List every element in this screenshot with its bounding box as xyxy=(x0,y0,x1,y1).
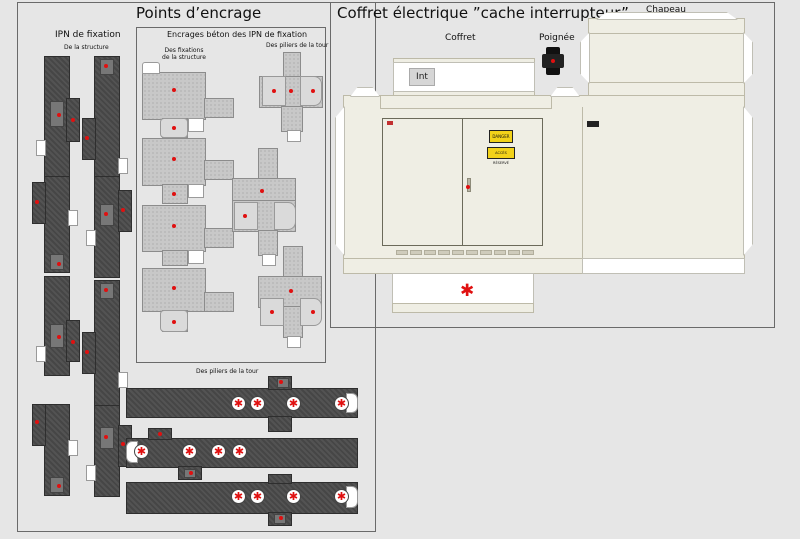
concrete-anchors-label: Encrages béton des IPN de fixation xyxy=(167,30,308,39)
ipn-label: IPN de fixation xyxy=(55,30,121,40)
concrete-sub-tower-label: Des piliers de la tour xyxy=(266,42,329,49)
anchoring-title: Points d’encrage xyxy=(136,4,262,22)
concrete-sub-structure-label: Des fixations de la structure xyxy=(162,47,206,61)
poignee-label: Poignée xyxy=(539,33,575,43)
ipn-sub-label: De la structure xyxy=(64,44,109,51)
cabinet-title: Coffret électrique ”cache interrupteur” xyxy=(337,4,629,22)
warning-sign-2: ACCÈS RÉSERVÉ xyxy=(487,147,515,165)
int-label: Int xyxy=(409,68,435,86)
coffret-label: Coffret xyxy=(445,33,476,43)
pillars-label: Des piliers de la tour xyxy=(196,368,259,375)
warning-sign-1: DANGER xyxy=(489,130,513,143)
